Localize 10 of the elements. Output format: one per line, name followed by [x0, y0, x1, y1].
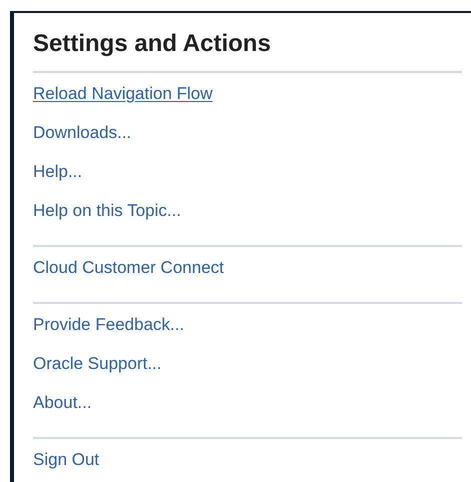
menu-item[interactable]: Oracle Support...	[33, 353, 162, 375]
menu-item[interactable]: Cloud Customer Connect	[33, 257, 224, 279]
menu-item[interactable]: Downloads...	[33, 122, 132, 144]
menu-item[interactable]: Help...	[33, 161, 82, 183]
menu-item[interactable]: Help on this Topic...	[33, 200, 182, 222]
menu-item[interactable]: Provide Feedback...	[33, 314, 184, 336]
menu-item[interactable]: Reload Navigation Flow	[33, 83, 213, 105]
menu-item[interactable]: Sign Out	[33, 449, 100, 471]
menu-title: Settings and Actions	[33, 29, 272, 59]
menu-item[interactable]: About...	[33, 392, 92, 414]
